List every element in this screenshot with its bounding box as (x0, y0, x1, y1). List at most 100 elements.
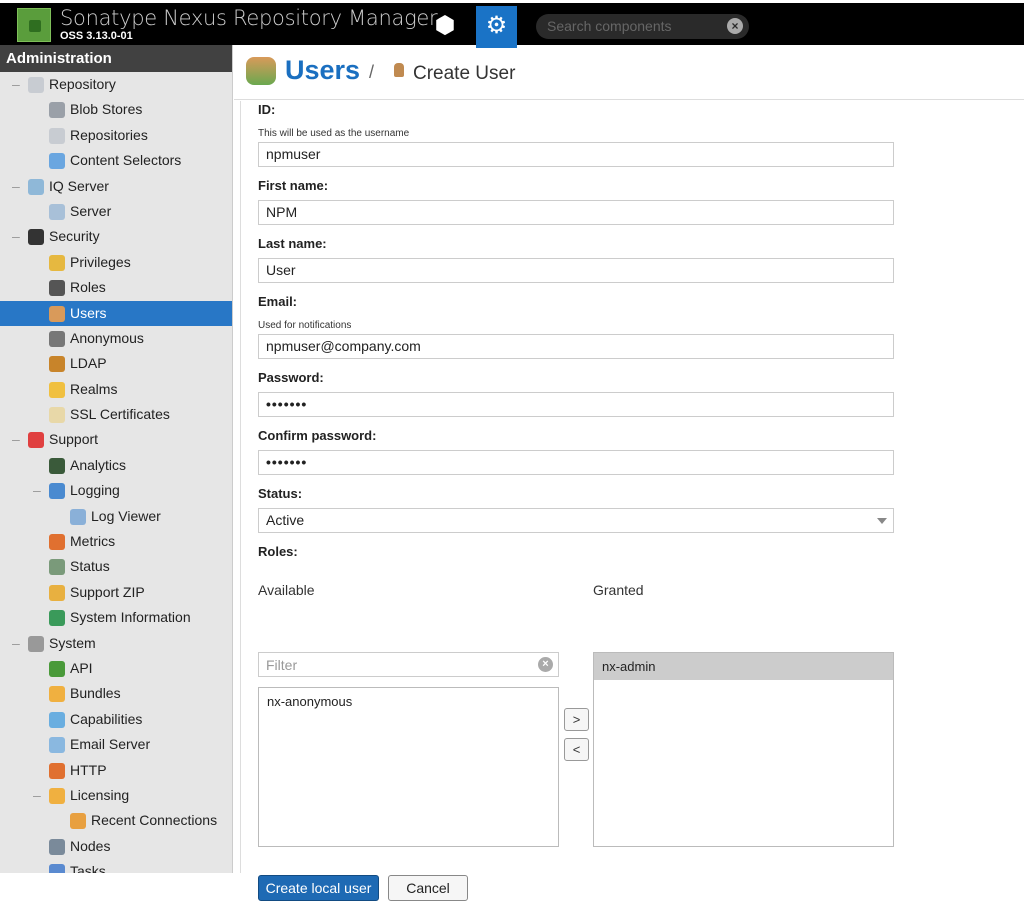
sidebar-item-repositories[interactable]: Repositories (0, 123, 232, 148)
sidebar-item-iq-server[interactable]: – IQ Server (0, 174, 232, 199)
blob-store-icon (49, 102, 65, 119)
sidebar-item-label: Licensing (70, 786, 130, 803)
sidebar-item-label: Support ZIP (70, 583, 145, 600)
sidebar-item-http[interactable]: HTTP (0, 758, 232, 783)
page-header: Users / Create User (234, 45, 1024, 100)
sidebar-item-support-zip[interactable]: Support ZIP (0, 580, 232, 605)
status-select[interactable]: Active (258, 508, 894, 533)
roles-filter-input[interactable]: Filter × (258, 652, 559, 677)
sidebar-item-bundles[interactable]: Bundles (0, 681, 232, 706)
zip-icon (49, 584, 65, 601)
sidebar-item-anonymous[interactable]: Anonymous (0, 326, 232, 351)
sidebar-item-tasks[interactable]: Tasks (0, 859, 232, 873)
sidebar-item-nodes[interactable]: Nodes (0, 834, 232, 859)
sidebar-item-analytics[interactable]: Analytics (0, 453, 232, 478)
sidebar-item-label: Log Viewer (91, 507, 161, 524)
sidebar-item-metrics[interactable]: Metrics (0, 529, 232, 554)
sidebar-item-email-server[interactable]: Email Server (0, 732, 232, 757)
sidebar-item-label: Logging (70, 482, 120, 499)
sidebar-item-roles[interactable]: Roles (0, 275, 232, 300)
sidebar-item-system[interactable]: – System (0, 631, 232, 656)
sidebar-item-label: Metrics (70, 533, 116, 550)
sidebar-item-label: Repositories (70, 126, 148, 143)
sidebar-item-label: Content Selectors (70, 152, 182, 169)
email-field[interactable]: npmuser@company.com (258, 334, 894, 359)
sidebar-item-capabilities[interactable]: Capabilities (0, 707, 232, 732)
sidebar-item-ldap[interactable]: LDAP (0, 351, 232, 376)
search-input[interactable]: Search components × (536, 14, 749, 39)
create-user-button[interactable]: Create local user (258, 875, 379, 901)
filter-placeholder: Filter (266, 657, 298, 673)
sidebar-item-licensing[interactable]: – Licensing (0, 783, 232, 808)
globe-icon (49, 610, 65, 627)
collapse-toggle[interactable]: – (12, 427, 20, 452)
chevron-down-icon[interactable] (877, 518, 887, 529)
status-chart-icon (49, 559, 65, 576)
sidebar-item-content-selectors[interactable]: Content Selectors (0, 148, 232, 173)
browse-cube-icon[interactable]: ⬢ (428, 9, 462, 43)
cancel-button[interactable]: Cancel (388, 875, 468, 901)
sidebar-item-system-information[interactable]: System Information (0, 605, 232, 630)
last-name-field[interactable]: User (258, 258, 894, 283)
collapse-toggle[interactable]: – (12, 72, 20, 97)
collapse-toggle[interactable]: – (12, 224, 20, 249)
clear-search-icon[interactable]: × (727, 18, 743, 34)
page-subtitle: Create User (413, 63, 516, 84)
sidebar-item-label: System (49, 634, 96, 651)
sidebar-item-label: Security (49, 228, 100, 245)
clear-filter-icon[interactable]: × (538, 657, 553, 672)
collapse-toggle[interactable]: – (12, 631, 20, 656)
sidebar: Administration – Repository Blob Stores Rep… (0, 45, 233, 873)
license-icon (49, 787, 65, 804)
confirm-password-field[interactable]: ••••••• (258, 450, 894, 475)
app-version: OSS 3.13.0-01 (60, 30, 133, 42)
remove-role-button[interactable]: < (564, 738, 589, 761)
sidebar-item-support[interactable]: – Support (0, 427, 232, 452)
page-title[interactable]: Users (285, 55, 360, 86)
nexus-logo[interactable] (17, 8, 51, 42)
status-value: Active (266, 512, 305, 528)
sidebar-item-label: Recent Connections (91, 812, 218, 829)
first-name-label: First name: (258, 178, 329, 193)
sidebar-item-users[interactable]: Users (0, 300, 232, 326)
sidebar-item-blob-stores[interactable]: Blob Stores (0, 97, 232, 122)
sidebar-item-label: Anonymous (70, 329, 144, 346)
iq-server-icon (28, 178, 44, 195)
create-user-form: ID: This will be used as the username np… (240, 101, 1024, 901)
collapse-toggle[interactable]: – (33, 478, 41, 503)
password-field[interactable]: ••••••• (258, 392, 894, 417)
sidebar-item-server[interactable]: Server (0, 199, 232, 224)
granted-role-item[interactable]: nx-admin (594, 653, 893, 680)
collapse-toggle[interactable]: – (33, 783, 41, 808)
sidebar-title: Administration (0, 45, 232, 72)
sidebar-item-repository[interactable]: – Repository (0, 72, 232, 97)
users-icon (49, 305, 65, 322)
first-name-field[interactable]: NPM (258, 200, 894, 225)
sidebar-item-label: SSL Certificates (70, 406, 170, 423)
sidebar-item-api[interactable]: API (0, 656, 232, 681)
sidebar-item-label: Capabilities (70, 710, 143, 727)
database-icon (49, 127, 65, 144)
cube-icon (49, 711, 65, 728)
collapse-toggle[interactable]: – (12, 174, 20, 199)
available-role-item[interactable]: nx-anonymous (259, 688, 558, 715)
nav-tree: – Repository Blob Stores Repositories Conten… (0, 72, 232, 873)
add-role-button[interactable]: > (564, 708, 589, 731)
sidebar-item-security[interactable]: – Security (0, 224, 232, 249)
id-field[interactable]: npmuser (258, 142, 894, 167)
connections-icon (70, 813, 86, 830)
officer-icon (49, 280, 65, 297)
log-viewer-icon (70, 508, 86, 525)
sidebar-item-realms[interactable]: Realms (0, 377, 232, 402)
sidebar-item-privileges[interactable]: Privileges (0, 250, 232, 275)
admin-gear-icon[interactable]: ⚙ (476, 6, 517, 48)
breadcrumb-separator: / (369, 62, 375, 82)
certificate-icon (49, 407, 65, 424)
sidebar-item-ssl-certificates[interactable]: SSL Certificates (0, 402, 232, 427)
sidebar-item-log-viewer[interactable]: Log Viewer (0, 504, 232, 529)
sidebar-item-recent-connections[interactable]: Recent Connections (0, 808, 232, 833)
sidebar-item-status[interactable]: Status (0, 554, 232, 579)
id-label: ID: (258, 102, 276, 117)
sidebar-item-logging[interactable]: – Logging (0, 478, 232, 503)
puzzle-icon (49, 686, 65, 703)
